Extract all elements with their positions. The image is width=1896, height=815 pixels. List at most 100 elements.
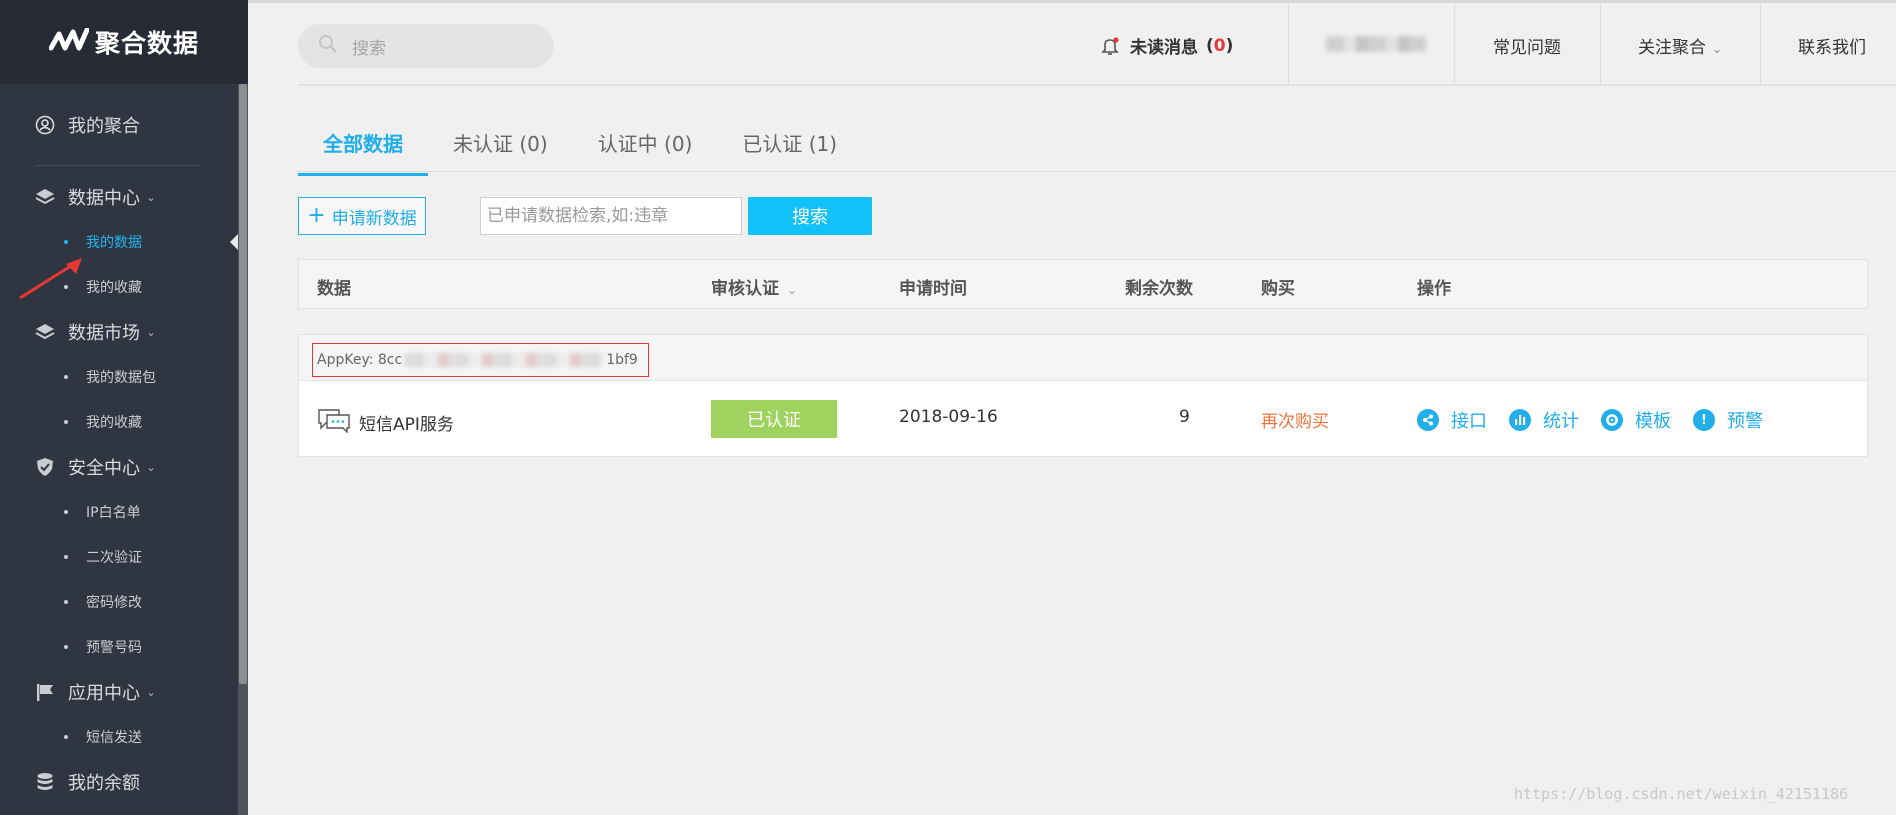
apply-new-data-button[interactable]: + 申请新数据 [298,197,426,235]
unread-count: 0 [1213,35,1226,56]
bullet-dot [64,375,68,379]
api-action-link[interactable]: 接口 [1417,407,1487,433]
sidebar-item-balance[interactable]: 我的余额 [34,769,140,795]
sidebar-item-my-juhe[interactable]: 我的聚合 [34,112,140,138]
sidebar-group-data-center[interactable]: 数据中心 ⌄ [34,184,156,210]
service-name-cell[interactable]: 短信API服务 [317,407,454,438]
action-label: 接口 [1451,411,1487,432]
table-header: 数据 审核认证 ⌄ 申请时间 剩余次数 购买 操作 [298,259,1868,309]
brand-name: 聚合数据 [94,29,199,58]
sidebar-item-password-change[interactable]: 密码修改 [64,592,142,612]
column-header-label: 审核认证 [711,279,779,299]
follow-label: 关注聚合 [1638,38,1706,58]
sidebar-item-label: 我的收藏 [86,415,142,431]
sidebar-item-label: 我的聚合 [68,116,140,137]
column-header-purchase: 购买 [1261,279,1295,299]
sidebar-divider [35,165,200,166]
sidebar-item-label: 密码修改 [86,595,142,611]
column-header-remaining: 剩余次数 [1125,279,1193,299]
sidebar-item-my-data-package[interactable]: 我的数据包 [64,367,156,387]
sidebar-item-two-step-verification[interactable]: 二次验证 [64,547,142,567]
chat-bubble-icon [317,407,351,438]
layers-icon [34,321,56,343]
plus-icon: + [307,203,326,228]
data-search-input[interactable] [480,197,742,235]
tab-verifying[interactable]: 认证中 (0) [573,122,718,176]
bullet-dot [64,420,68,424]
sidebar-item-label: 短信发送 [86,730,142,746]
column-header-review[interactable]: 审核认证 ⌄ [711,274,797,299]
sidebar-item-my-data[interactable]: 我的数据 [64,232,142,252]
alert-action-link[interactable]: ! 预警 [1693,407,1763,433]
sidebar-group-label: 安全中心 [68,458,140,479]
tab-unverified[interactable]: 未认证 (0) [428,122,573,176]
red-annotation-arrow [19,258,82,300]
chevron-down-icon: ⌄ [146,190,157,204]
bullet-dot [64,555,68,559]
appkey-tail: 1bf9 [606,352,638,368]
service-name: 短信API服务 [359,415,454,435]
stats-action-link[interactable]: 统计 [1509,407,1579,433]
sidebar-group-label: 应用中心 [68,683,140,704]
sidebar-group-data-market[interactable]: 数据市场 ⌄ [34,319,156,345]
follow-juhe-dropdown[interactable]: 关注聚合 ⌄ [1638,33,1722,58]
unread-messages-link[interactable]: 未读消息 ( 0 ) [1100,33,1233,58]
header-divider [1600,3,1601,85]
appkey-label: AppKey: 8cc [317,352,403,368]
sidebar-item-alert-number[interactable]: 预警号码 [64,637,142,657]
chevron-down-icon: ⌄ [146,685,157,699]
template-action-link[interactable]: 模板 [1601,407,1671,433]
faq-link[interactable]: 常见问题 [1493,33,1561,58]
sidebar: 聚合数据 我的聚合 数据中心 ⌄ 我的数据 我的收藏 数据市场 ⌄ 我的数据包 … [0,0,248,815]
shield-icon [34,456,56,478]
sidebar-group-label: 数据市场 [68,323,140,344]
header-divider [1288,3,1289,85]
chevron-down-icon: ⌄ [146,325,157,339]
sidebar-item-market-favorites[interactable]: 我的收藏 [64,412,142,432]
active-indicator-caret [230,234,238,250]
sidebar-group-security-center[interactable]: 安全中心 ⌄ [34,454,156,480]
bullet-dot [64,510,68,514]
unread-label: 未读消息 [1130,38,1198,58]
search-button[interactable]: 搜索 [748,197,872,235]
juhe-logo-icon [48,28,89,51]
sidebar-item-label: 二次验证 [86,550,142,566]
column-header-data: 数据 [317,279,351,299]
header-divider [1454,3,1455,85]
tab-all-data[interactable]: 全部数据 [298,122,428,176]
main-content: 搜索 未读消息 ( 0 ) 常见问题 关注聚合 ⌄ 联系我们 全部数据 未认证 (… [248,0,1896,815]
action-label: 预警 [1727,411,1763,432]
column-header-actions: 操作 [1417,279,1451,299]
sidebar-item-label: 我的数据 [86,235,142,251]
sidebar-item-label: IP白名单 [86,505,141,521]
tab-verified[interactable]: 已认证 (1) [717,122,862,176]
header-divider [1760,3,1761,85]
action-label: 统计 [1543,411,1579,432]
bar-chart-icon [1509,409,1531,431]
apply-label: 申请新数据 [331,208,417,229]
user-name-blurred[interactable] [1326,36,1426,52]
search-placeholder: 搜索 [352,38,386,59]
status-badge: 已认证 [711,400,837,438]
appkey-bar: AppKey: 8cc 1bf9 [299,335,1867,381]
sidebar-scrollbar-thumb[interactable] [239,84,247,684]
remaining-count: 9 [1179,407,1190,427]
brand-logo[interactable]: 聚合数据 [0,0,248,84]
bullet-dot [64,645,68,649]
sidebar-item-ip-whitelist[interactable]: IP白名单 [64,502,141,522]
table-row: AppKey: 8cc 1bf9 短信API服务 已认证 2018-09-16 … [298,334,1868,457]
sidebar-group-app-center[interactable]: 应用中心 ⌄ [34,679,156,705]
apply-date: 2018-09-16 [899,407,998,427]
exclamation-icon: ! [1693,409,1715,431]
header-separator [298,84,1896,86]
chevron-down-icon: ⌄ [146,460,157,474]
flag-icon [34,681,56,703]
sidebar-item-sms-send[interactable]: 短信发送 [64,727,142,747]
share-nodes-icon [1417,409,1439,431]
global-search-input[interactable]: 搜索 [298,24,554,68]
rebuy-link[interactable]: 再次购买 [1261,407,1329,432]
column-header-apply-time: 申请时间 [899,279,967,299]
database-icon [34,771,56,793]
top-border [248,0,1896,3]
contact-us-link[interactable]: 联系我们 [1798,33,1866,58]
